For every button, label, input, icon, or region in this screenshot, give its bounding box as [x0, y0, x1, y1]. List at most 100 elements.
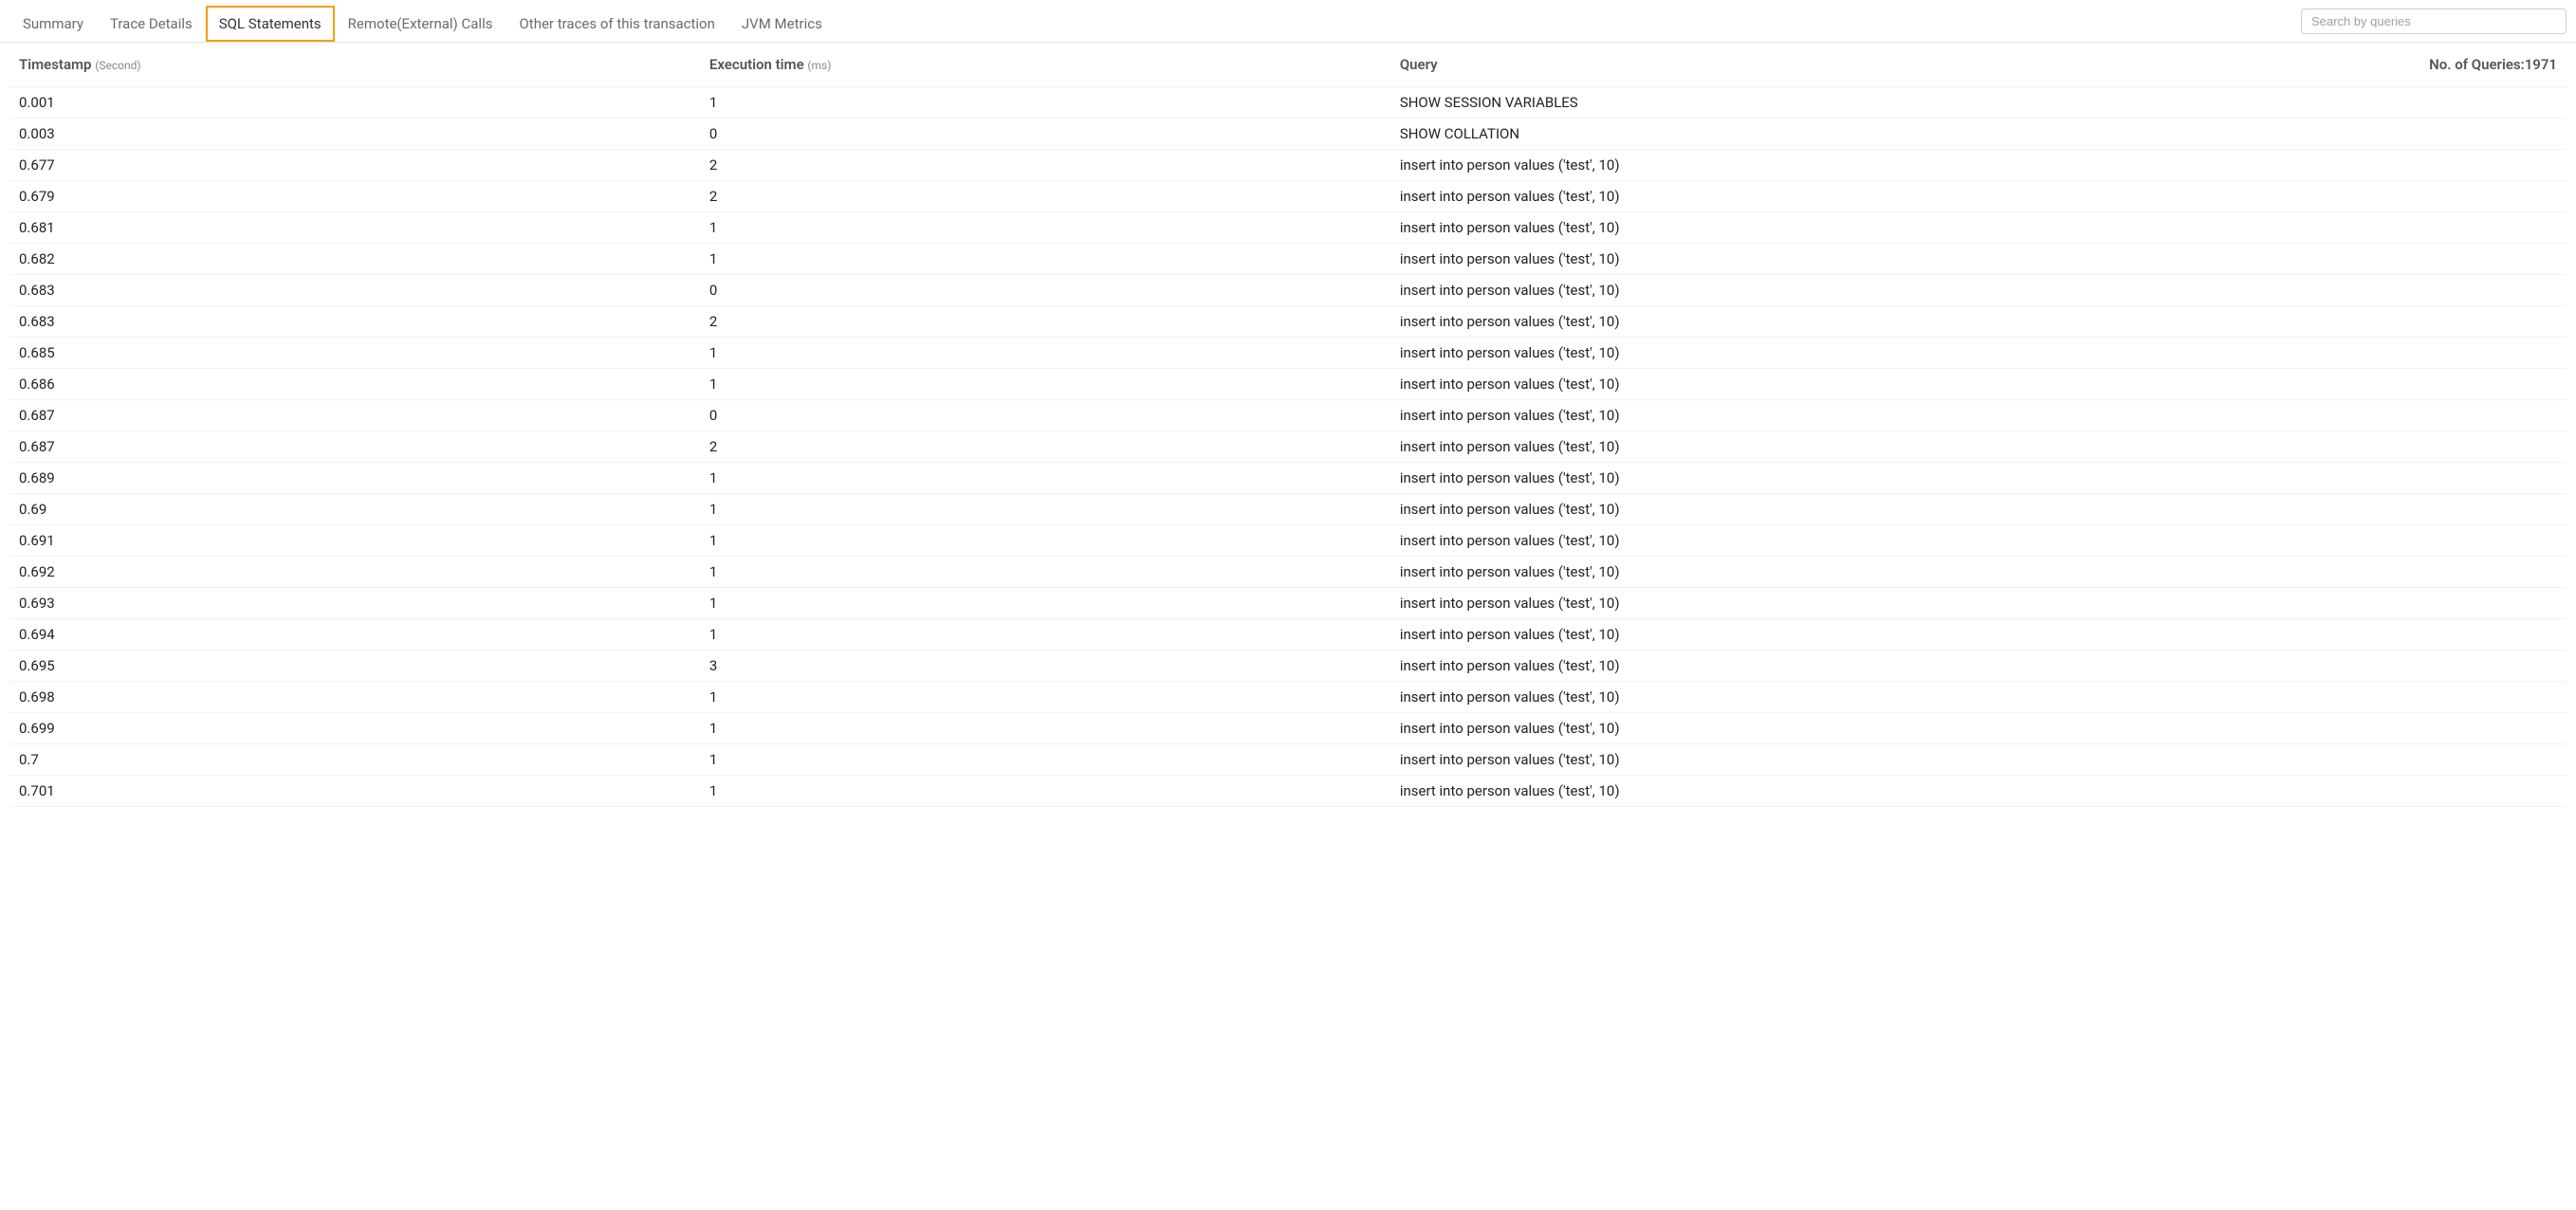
search-input[interactable] — [2301, 9, 2567, 34]
table-row[interactable]: 0.6931insert into person values ('test',… — [9, 588, 2567, 619]
table-row[interactable]: 0.6953insert into person values ('test',… — [9, 651, 2567, 682]
cell-query: SHOW SESSION VARIABLES — [1390, 87, 2567, 119]
cell-exec: 0 — [700, 400, 1390, 431]
cell-ts: 0.692 — [9, 557, 700, 588]
cell-query: insert into person values ('test', 10) — [1390, 150, 2567, 181]
cell-exec: 2 — [700, 181, 1390, 212]
table-row[interactable]: 0.7011insert into person values ('test',… — [9, 776, 2567, 807]
cell-ts: 0.679 — [9, 181, 700, 212]
tabs: SummaryTrace DetailsSQL StatementsRemote… — [9, 6, 836, 42]
table-row[interactable]: 0.6811insert into person values ('test',… — [9, 212, 2567, 244]
cell-ts: 0.699 — [9, 713, 700, 744]
table-row[interactable]: 0.6891insert into person values ('test',… — [9, 463, 2567, 494]
cell-ts: 0.686 — [9, 369, 700, 400]
table-row[interactable]: 0.6921insert into person values ('test',… — [9, 557, 2567, 588]
table-row[interactable]: 0.6792insert into person values ('test',… — [9, 181, 2567, 212]
tab-summary[interactable]: Summary — [9, 6, 97, 42]
table-row[interactable]: 0.6870insert into person values ('test',… — [9, 400, 2567, 431]
table-row[interactable]: 0.71insert into person values ('test', 1… — [9, 744, 2567, 776]
cell-ts: 0.685 — [9, 338, 700, 369]
table-row[interactable]: 0.6821insert into person values ('test',… — [9, 244, 2567, 275]
cell-query: insert into person values ('test', 10) — [1390, 306, 2567, 338]
tab-trace-details[interactable]: Trace Details — [97, 6, 206, 42]
search-box — [2301, 9, 2567, 34]
table-row[interactable]: 0.6872insert into person values ('test',… — [9, 431, 2567, 463]
cell-ts: 0.687 — [9, 400, 700, 431]
tab-other-traces-of-this-transaction[interactable]: Other traces of this transaction — [506, 6, 727, 42]
cell-query: insert into person values ('test', 10) — [1390, 369, 2567, 400]
cell-ts: 0.691 — [9, 525, 700, 557]
col-query[interactable]: Query No. of Queries:1971 — [1390, 43, 2567, 87]
cell-exec: 1 — [700, 525, 1390, 557]
cell-exec: 1 — [700, 682, 1390, 713]
table-row[interactable]: 0.6941insert into person values ('test',… — [9, 619, 2567, 651]
col-timestamp-label: Timestamp — [19, 56, 92, 73]
table-body: 0.0011SHOW SESSION VARIABLES0.0030SHOW C… — [9, 87, 2567, 807]
cell-query: insert into person values ('test', 10) — [1390, 713, 2567, 744]
cell-query: insert into person values ('test', 10) — [1390, 494, 2567, 525]
tab-remote-external-calls[interactable]: Remote(External) Calls — [335, 6, 506, 42]
table-row[interactable]: 0.691insert into person values ('test', … — [9, 494, 2567, 525]
col-exec-time[interactable]: Execution time (ms) — [700, 43, 1390, 87]
cell-ts: 0.694 — [9, 619, 700, 651]
cell-ts: 0.689 — [9, 463, 700, 494]
cell-ts: 0.687 — [9, 431, 700, 463]
cell-exec: 0 — [700, 119, 1390, 150]
table-row[interactable]: 0.6772insert into person values ('test',… — [9, 150, 2567, 181]
cell-exec: 2 — [700, 150, 1390, 181]
query-count-label: No. of Queries: — [2429, 56, 2525, 73]
col-timestamp[interactable]: Timestamp (Second) — [9, 43, 700, 87]
cell-query: insert into person values ('test', 10) — [1390, 776, 2567, 807]
table-row[interactable]: 0.6851insert into person values ('test',… — [9, 338, 2567, 369]
cell-exec: 1 — [700, 369, 1390, 400]
cell-ts: 0.69 — [9, 494, 700, 525]
cell-query: insert into person values ('test', 10) — [1390, 400, 2567, 431]
table-row[interactable]: 0.0030SHOW COLLATION — [9, 119, 2567, 150]
col-query-label: Query — [1400, 56, 1438, 73]
cell-ts: 0.695 — [9, 651, 700, 682]
tab-sql-statements[interactable]: SQL Statements — [206, 6, 335, 42]
cell-query: insert into person values ('test', 10) — [1390, 244, 2567, 275]
cell-query: insert into person values ('test', 10) — [1390, 557, 2567, 588]
table-row[interactable]: 0.0011SHOW SESSION VARIABLES — [9, 87, 2567, 119]
cell-query: insert into person values ('test', 10) — [1390, 619, 2567, 651]
cell-query: insert into person values ('test', 10) — [1390, 431, 2567, 463]
cell-exec: 1 — [700, 494, 1390, 525]
cell-exec: 1 — [700, 557, 1390, 588]
cell-query: insert into person values ('test', 10) — [1390, 651, 2567, 682]
cell-query: insert into person values ('test', 10) — [1390, 463, 2567, 494]
cell-exec: 1 — [700, 244, 1390, 275]
tab-jvm-metrics[interactable]: JVM Metrics — [728, 6, 836, 42]
cell-exec: 1 — [700, 713, 1390, 744]
cell-query: insert into person values ('test', 10) — [1390, 212, 2567, 244]
cell-query: insert into person values ('test', 10) — [1390, 682, 2567, 713]
cell-exec: 2 — [700, 306, 1390, 338]
table-row[interactable]: 0.6832insert into person values ('test',… — [9, 306, 2567, 338]
cell-ts: 0.7 — [9, 744, 700, 776]
cell-exec: 1 — [700, 212, 1390, 244]
table-row[interactable]: 0.6911insert into person values ('test',… — [9, 525, 2567, 557]
col-exec-label: Execution time — [709, 56, 804, 73]
top-bar: SummaryTrace DetailsSQL StatementsRemote… — [0, 0, 2576, 43]
cell-ts: 0.677 — [9, 150, 700, 181]
cell-query: insert into person values ('test', 10) — [1390, 275, 2567, 306]
cell-ts: 0.693 — [9, 588, 700, 619]
cell-query: insert into person values ('test', 10) — [1390, 181, 2567, 212]
cell-exec: 1 — [700, 87, 1390, 119]
query-count-value: 1971 — [2525, 56, 2557, 73]
cell-exec: 1 — [700, 776, 1390, 807]
cell-exec: 1 — [700, 338, 1390, 369]
cell-ts: 0.698 — [9, 682, 700, 713]
cell-query: insert into person values ('test', 10) — [1390, 525, 2567, 557]
cell-ts: 0.701 — [9, 776, 700, 807]
cell-ts: 0.003 — [9, 119, 700, 150]
cell-exec: 2 — [700, 431, 1390, 463]
cell-query: SHOW COLLATION — [1390, 119, 2567, 150]
cell-query: insert into person values ('test', 10) — [1390, 744, 2567, 776]
table-row[interactable]: 0.6830insert into person values ('test',… — [9, 275, 2567, 306]
table-row[interactable]: 0.6861insert into person values ('test',… — [9, 369, 2567, 400]
cell-ts: 0.681 — [9, 212, 700, 244]
table-row[interactable]: 0.6991insert into person values ('test',… — [9, 713, 2567, 744]
cell-ts: 0.683 — [9, 306, 700, 338]
table-row[interactable]: 0.6981insert into person values ('test',… — [9, 682, 2567, 713]
